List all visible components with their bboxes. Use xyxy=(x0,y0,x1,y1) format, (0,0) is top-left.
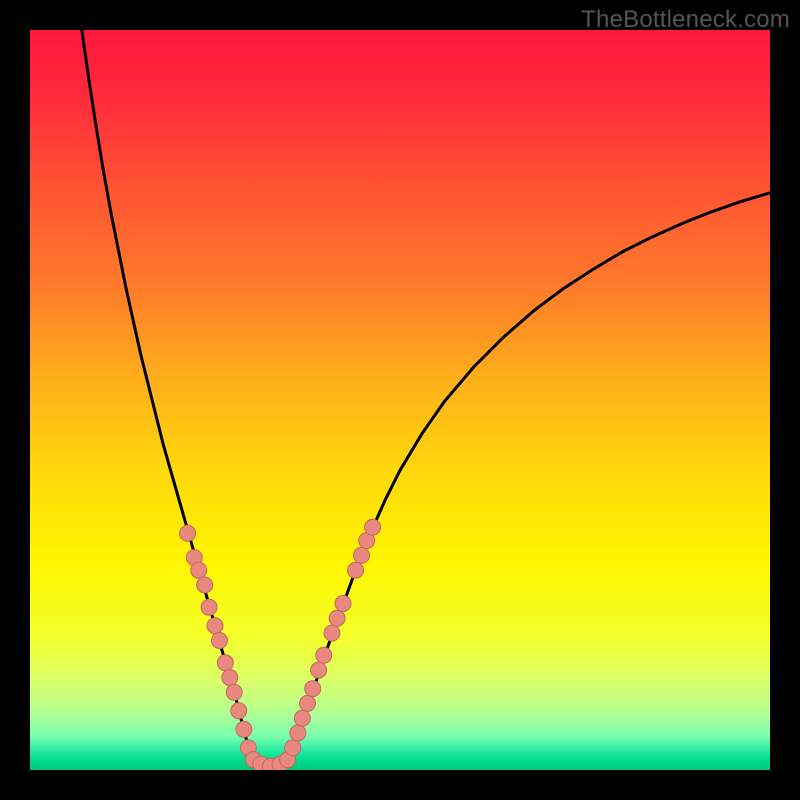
data-marker xyxy=(191,562,207,578)
chart-frame: TheBottleneck.com xyxy=(0,0,800,800)
data-marker xyxy=(201,599,217,615)
watermark-text: TheBottleneck.com xyxy=(581,6,790,34)
data-marker xyxy=(300,695,316,711)
data-marker xyxy=(285,740,301,756)
data-marker xyxy=(211,633,227,649)
plot-area xyxy=(30,30,770,770)
data-marker xyxy=(226,684,242,700)
data-marker xyxy=(329,610,345,626)
data-marker xyxy=(290,725,306,741)
data-marker xyxy=(311,662,327,678)
data-marker xyxy=(354,547,370,563)
data-marker xyxy=(231,703,247,719)
data-marker xyxy=(222,670,238,686)
data-marker xyxy=(324,625,340,641)
curve-group xyxy=(82,30,770,766)
data-marker xyxy=(197,577,213,593)
marker-group xyxy=(180,519,381,770)
chart-svg xyxy=(30,30,770,770)
data-marker xyxy=(294,710,310,726)
data-marker xyxy=(207,618,223,634)
data-marker xyxy=(305,681,321,697)
data-marker xyxy=(348,562,364,578)
data-marker xyxy=(217,655,233,671)
data-marker xyxy=(335,596,351,612)
data-marker xyxy=(316,647,332,663)
data-marker xyxy=(236,721,252,737)
bottleneck-curve xyxy=(82,30,770,766)
data-marker xyxy=(180,525,196,541)
data-marker xyxy=(365,519,381,535)
